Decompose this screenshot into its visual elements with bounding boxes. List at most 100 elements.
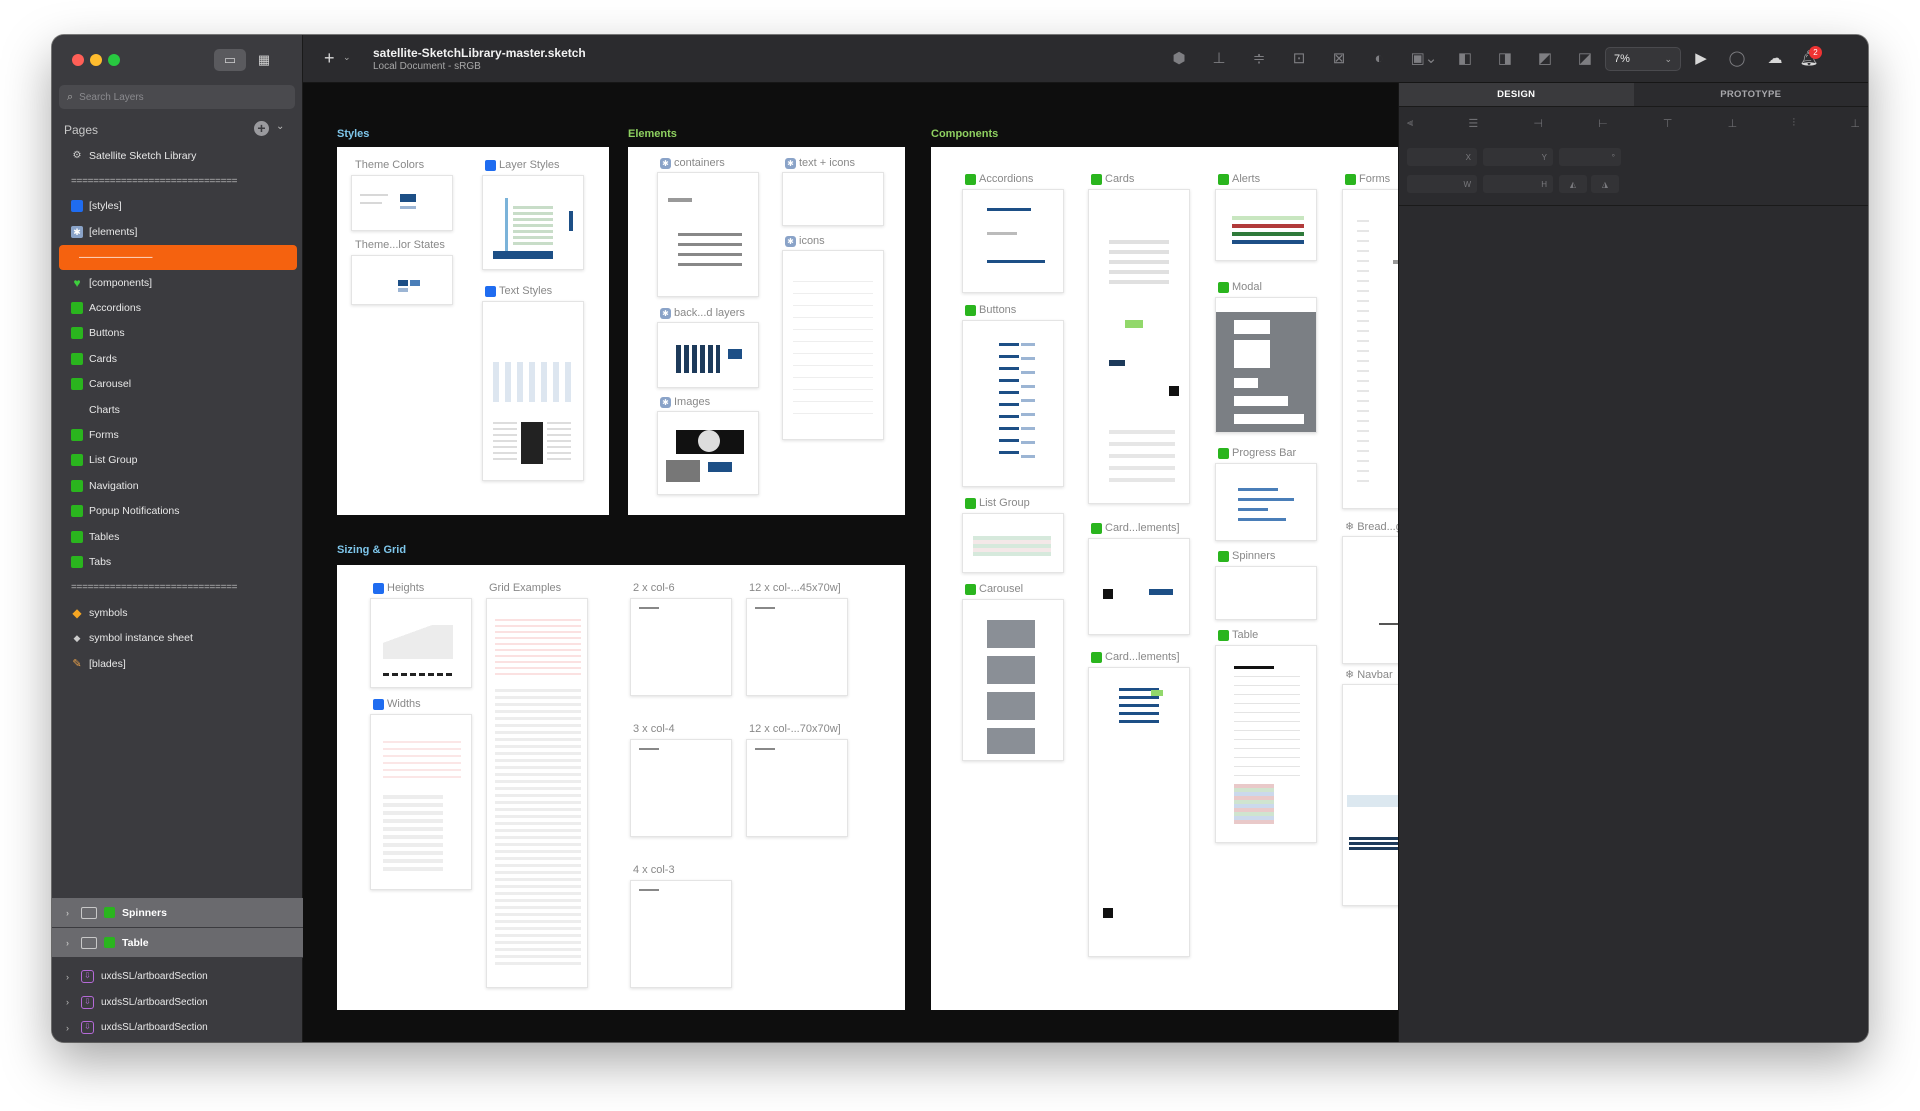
align-bottom-icon[interactable]: ⊥ [1209,50,1229,68]
chevron-down-icon[interactable]: ⌄ [276,121,284,132]
page-item[interactable]: ◆ symbols [59,600,297,625]
page-item[interactable]: Navigation [59,473,297,498]
width-field[interactable]: W [1407,175,1477,193]
artboard-widths[interactable] [370,714,472,890]
artboard-theme-states[interactable] [351,255,453,305]
insert-icon[interactable]: + [324,49,335,67]
align-top-icon[interactable]: ⊤ [1663,117,1673,135]
page-item[interactable]: Popup Notifications [59,498,297,523]
layer-row-section[interactable]: › ⇩ uxdsSL/artboardSection [52,990,303,1016]
distribute-horizontal-icon[interactable]: ⊢ [1598,117,1608,135]
components-board[interactable]: Accordions Buttons List Group Carousel C… [931,147,1398,1010]
add-page-icon[interactable]: + [254,121,269,136]
height-field[interactable]: H [1483,175,1553,193]
page-item[interactable]: List Group [59,448,297,473]
artboard-2-col-6[interactable] [630,598,732,696]
cloud-share-icon[interactable]: ☁ [1765,50,1785,68]
play-icon[interactable]: ▶ [1691,50,1711,68]
distribute-vertical-icon[interactable]: ⊥ [1850,117,1860,135]
flip-vertical-icon[interactable]: ◮ [1591,175,1619,193]
artboard-spinners[interactable] [1215,566,1317,620]
artboard-layer-styles[interactable] [482,175,584,270]
page-item[interactable]: ◆ symbol instance sheet [59,625,297,650]
align-middle-icon[interactable]: ⊥ [1728,117,1738,135]
page-item[interactable]: Forms [59,422,297,447]
artboard-carousel[interactable] [962,599,1064,761]
align-bottom-icon[interactable]: ⫶ [1792,117,1795,135]
ungroup-icon[interactable]: ⊠ [1329,50,1349,68]
tab-design[interactable]: DESIGN [1399,83,1634,106]
artboard-navbar[interactable] [1342,684,1398,906]
intersect-icon[interactable]: ◩ [1535,50,1555,68]
artboard-table[interactable] [1215,645,1317,843]
artboard-card-elements-2[interactable] [1088,667,1190,957]
close-window-icon[interactable] [72,54,84,66]
flip-horizontal-icon[interactable]: ◭ [1559,175,1587,193]
minimize-window-icon[interactable] [90,54,102,66]
artboard-card-elements-1[interactable] [1088,538,1190,635]
page-item[interactable]: Carousel [59,372,297,397]
page-item[interactable]: Cards [59,346,297,371]
y-field[interactable]: Y [1483,148,1553,166]
distribute-icon[interactable]: ≑ [1249,50,1269,68]
artboard-4-col-3[interactable] [630,880,732,988]
artboard-list-group[interactable] [962,513,1064,573]
sizing-grid-board[interactable]: Heights Widths Grid Examples 2 x col-6 1… [337,565,905,1010]
artboard-buttons[interactable] [962,320,1064,487]
zoom-select[interactable]: 7% ⌄ [1605,47,1681,71]
page-item[interactable]: Tabs [59,549,297,574]
styles-board[interactable]: Theme Colors Theme...lor States Layer St… [337,147,609,515]
chevron-right-icon[interactable]: › [66,938,74,948]
zoom-window-icon[interactable] [108,54,120,66]
chevron-right-icon[interactable]: › [66,997,74,1007]
artboard-breadcrumb-pagination[interactable] [1342,536,1398,664]
artboard-alerts[interactable] [1215,189,1317,261]
artboard-text-styles[interactable] [482,301,584,481]
artboard-12-col-a[interactable] [746,598,848,696]
mask-icon[interactable]: ◐ [1369,50,1389,68]
search-layers-input[interactable] [79,91,270,103]
x-field[interactable]: X [1407,148,1477,166]
align-left-icon[interactable]: ⫷ [1407,117,1413,135]
artboard-cards[interactable] [1088,189,1190,504]
artboard-heights[interactable] [370,598,472,688]
page-item[interactable]: ✎ [blades] [59,651,297,676]
page-separator[interactable]: ============================== [59,168,297,193]
group-icon[interactable]: ⊡ [1289,50,1309,68]
tab-prototype[interactable]: PROTOTYPE [1634,83,1869,106]
page-item[interactable]: ✱ [elements] [59,219,297,244]
search-layers-field[interactable]: ⌕ [59,85,295,109]
layer-row-section[interactable]: › ⇩ uxdsSL/artboardSection [52,1015,303,1041]
artboard-12-col-b[interactable] [746,739,848,837]
artboard-images[interactable] [657,411,759,495]
elements-board[interactable]: ✱ containers ✱ text + icons ✱ icons ✱ back..… [628,147,905,515]
comment-icon[interactable]: ◯ [1727,50,1747,68]
artboard-text-icons[interactable] [782,172,884,226]
subtract-icon[interactable]: ◨ [1495,50,1515,68]
page-item[interactable]: Tables [59,524,297,549]
difference-icon[interactable]: ◪ [1575,50,1595,68]
create-symbol-icon[interactable]: ⬢ [1169,50,1189,68]
artboard-grid-examples[interactable] [486,598,588,988]
page-item[interactable]: ⚙ Satellite Sketch Library [59,143,297,168]
page-item[interactable]: ——————— [59,244,297,270]
artboard-progress-bar[interactable] [1215,463,1317,541]
chevron-down-icon[interactable]: ⌄ [343,52,351,63]
artboard-3-col-4[interactable] [630,739,732,837]
layers-view-toggle-icon[interactable]: ▭ [214,49,246,71]
layer-row-spinners[interactable]: › Spinners [52,898,303,928]
canvas[interactable]: Styles Elements Components Sizing & Grid… [303,83,1398,1042]
components-view-toggle-icon[interactable]: ▦ [252,49,276,71]
align-right-icon[interactable]: ⊣ [1533,117,1543,135]
align-center-icon[interactable]: ☰ [1468,117,1478,135]
artboard-modal[interactable] [1215,297,1317,433]
chevron-right-icon[interactable]: › [66,908,74,918]
layer-row-table[interactable]: › Table [52,928,303,958]
artboard-icons[interactable] [782,250,884,440]
artboard-theme-colors[interactable] [351,175,453,231]
rotation-field[interactable]: ° [1559,148,1621,166]
page-item[interactable]: Charts [59,397,297,422]
chevron-right-icon[interactable]: › [66,1023,74,1033]
page-item[interactable]: Buttons [59,321,297,346]
chevron-right-icon[interactable]: › [66,972,74,982]
